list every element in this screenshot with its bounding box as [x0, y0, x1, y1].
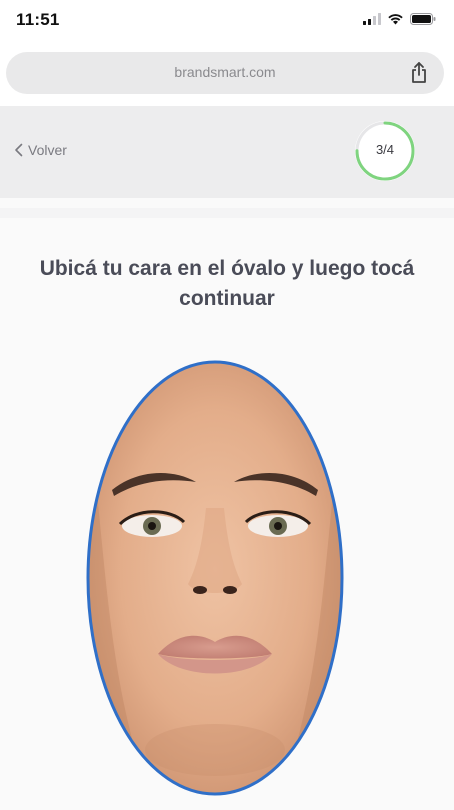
back-button[interactable]: Volver [14, 142, 67, 158]
chevron-left-icon [15, 143, 23, 157]
app-header: Volver 3/4 [0, 106, 454, 198]
browser-bar: brandsmart.com [0, 44, 454, 106]
share-icon[interactable] [408, 61, 430, 85]
wifi-icon [388, 14, 403, 25]
status-time: 11:51 [16, 10, 60, 29]
progress-indicator: 3/4 [352, 118, 418, 184]
section-divider [0, 208, 454, 218]
instruction-text: Ubicá tu cara en el óvalo y luego tocá c… [39, 257, 415, 310]
status-bar: 11:51 [0, 0, 454, 44]
face-oval-guide [86, 360, 344, 796]
back-label: Volver [28, 142, 67, 158]
screen: 11:51 brandsmart.com Volver 3/4 Ubicá tu… [0, 0, 454, 810]
main-content: Ubicá tu cara en el óvalo y luego tocá c… [0, 198, 454, 810]
battery-icon [410, 13, 436, 25]
status-icons [363, 13, 436, 25]
signal-icon [363, 13, 381, 25]
progress-label: 3/4 [375, 142, 395, 157]
address-bar[interactable]: brandsmart.com [6, 52, 444, 94]
url-text: brandsmart.com [174, 64, 276, 80]
face-photo [88, 362, 342, 794]
